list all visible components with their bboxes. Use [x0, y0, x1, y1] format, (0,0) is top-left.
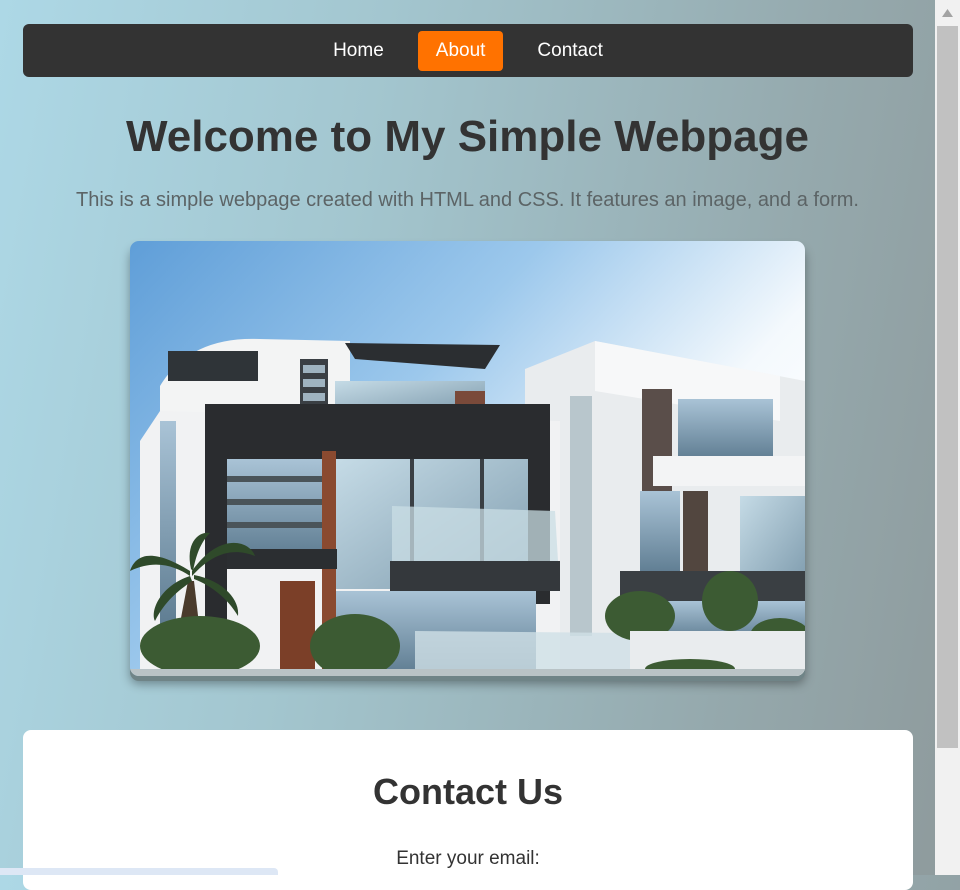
- page: Home About Contact Welcome to My Simple …: [0, 0, 935, 890]
- nav-link-home[interactable]: Home: [315, 31, 402, 71]
- nav-link-about[interactable]: About: [417, 30, 504, 71]
- nav-link-contact[interactable]: Contact: [519, 31, 620, 71]
- contact-title: Contact Us: [372, 771, 564, 812]
- intro-text: This is a simple webpage created with HT…: [76, 189, 859, 211]
- triangle-up-icon: [942, 9, 953, 17]
- modern-house-illustration: [130, 241, 805, 676]
- vertical-scrollbar[interactable]: [935, 0, 960, 875]
- page-title: Welcome to My Simple Webpage: [126, 112, 809, 161]
- email-label: Enter your email:: [396, 848, 540, 869]
- scroll-thumb[interactable]: [937, 26, 958, 748]
- top-navbar: Home About Contact: [23, 24, 913, 77]
- scroll-up-button[interactable]: [935, 0, 960, 26]
- contact-section: Contact Us Enter your email:: [23, 730, 913, 890]
- bottom-overlay-strip: [0, 868, 278, 875]
- hero-image: [130, 241, 805, 676]
